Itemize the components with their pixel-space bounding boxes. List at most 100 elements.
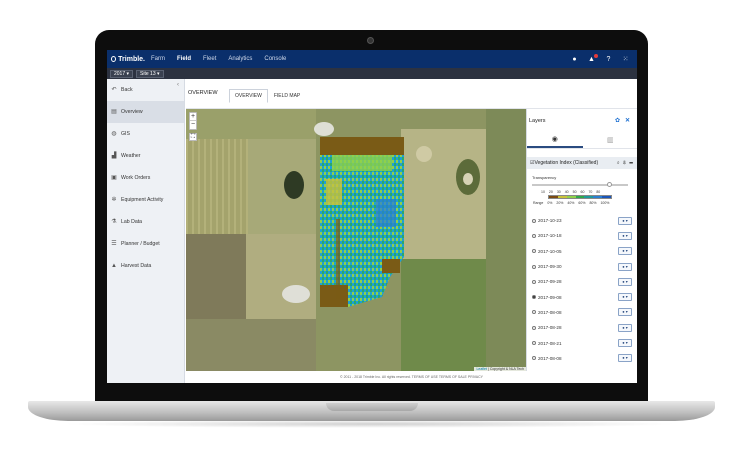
nav-farm[interactable]: Farm — [145, 56, 171, 62]
date-radio[interactable] — [532, 295, 536, 300]
tab-field-map[interactable]: FIELD MAP — [268, 89, 306, 103]
sidebar-item-label: Back — [121, 87, 133, 93]
date-radio[interactable] — [532, 341, 536, 346]
scale-value: 30 — [556, 190, 561, 194]
slider-knob[interactable] — [606, 182, 612, 187]
date-options-button[interactable]: ● ▾ — [618, 293, 632, 302]
date-list-item[interactable]: 2017-10-05 ● ▾ — [527, 244, 637, 259]
clipboard-icon: ▣ — [111, 175, 117, 181]
sidebar-item-harvest-data[interactable]: ▲ Harvest Data — [107, 255, 184, 277]
transparency-slider[interactable] — [532, 182, 628, 187]
scale-swatch — [575, 196, 585, 198]
sidebar-item-label: GIS — [121, 131, 130, 137]
fullscreen-icon[interactable]: ⛶ — [189, 133, 197, 141]
scale-label: 100% — [600, 201, 610, 205]
date-options-button[interactable]: ● ▾ — [618, 354, 632, 363]
sidebar-item-label: Planner / Budget — [121, 241, 160, 247]
date-radio[interactable] — [532, 356, 536, 361]
help-icon[interactable]: ? — [605, 56, 612, 63]
imagery-date-list: 2017-10-23 ● ▾ 2017-10-18 ● ▾ 2017-10-05 ● ▾ 2… — [527, 213, 637, 366]
scale-swatch — [549, 196, 558, 198]
tab-layers-book[interactable]: ▥ — [583, 131, 638, 148]
zoom-out-button[interactable]: − — [190, 121, 196, 129]
scale-swatch — [566, 196, 576, 198]
flask-icon: ⚗ — [111, 219, 117, 225]
scale-value: 60 — [580, 190, 585, 194]
date-list-item[interactable]: 2017-10-23 ● ▾ — [527, 213, 637, 228]
tab-layers-stack[interactable]: ◉ — [527, 131, 583, 148]
site-select[interactable]: Site 13 ▾ — [136, 69, 164, 78]
date-radio[interactable] — [532, 233, 536, 238]
brand-logo[interactable]: Trimble. — [111, 56, 145, 63]
date-radio[interactable] — [532, 264, 536, 269]
collapse-sidebar-icon[interactable]: ‹ — [177, 82, 183, 88]
vegetation-index-row[interactable]: ☑ Vegetation Index (Classified) ⌕ ⇩ ☰ — [527, 157, 637, 169]
book-icon: ▤ — [111, 109, 117, 115]
date-options-button[interactable]: ● ▾ — [618, 247, 632, 256]
date-options-button[interactable]: ● ▾ — [618, 323, 632, 332]
date-options-button[interactable]: ● ▾ — [618, 262, 632, 271]
date-radio[interactable] — [532, 249, 536, 254]
date-radio[interactable] — [532, 310, 536, 315]
date-label: 2017-08-21 — [538, 340, 562, 346]
content-header: OVERVIEW OVERVIEW FIELD MAP — [186, 79, 637, 109]
date-list-item[interactable]: 2017-08-08 ● ▾ — [527, 351, 637, 366]
apps-grid-icon[interactable]: ⁙ — [622, 56, 629, 63]
date-list-item[interactable]: 2017-09-28 ● ▾ — [527, 274, 637, 289]
scale-value: 40 — [564, 190, 569, 194]
date-label: 2017-08-08 — [538, 309, 562, 315]
scale-value: 20 — [548, 190, 553, 194]
sidebar-item-planner-budget[interactable]: ☰ Planner / Budget — [107, 233, 184, 255]
layer-actions-icons[interactable]: ⌕ ⇩ ☰ — [617, 160, 634, 166]
zoom-in-button[interactable]: + — [190, 113, 196, 121]
date-list-item[interactable]: 2017-08-08 ● ▾ — [527, 305, 637, 320]
chart-icon: ▟ — [111, 153, 117, 159]
date-options-button[interactable]: ● ▾ — [618, 277, 632, 286]
scale-value: 10 — [541, 190, 545, 194]
sidebar-item-equipment-activity[interactable]: ✲ Equipment Activity — [107, 189, 184, 211]
nav-fleet[interactable]: Fleet — [197, 56, 222, 62]
notifications-icon[interactable]: ▲ — [588, 53, 598, 63]
sidebar-item-overview[interactable]: ▤ Overview — [107, 101, 184, 123]
sidebar-item-work-orders[interactable]: ▣ Work Orders — [107, 167, 184, 189]
date-list-item[interactable]: 2017-08-21 ● ▾ — [527, 335, 637, 350]
sidebar-item-label: Equipment Activity — [121, 197, 164, 203]
sidebar-item-lab-data[interactable]: ⚗ Lab Data — [107, 211, 184, 233]
scale-value: 70 — [588, 190, 593, 194]
sidebar-item-label: Weather — [121, 153, 141, 159]
laptop-notch — [326, 403, 418, 411]
date-list-item[interactable]: 2017-10-18 ● ▾ — [527, 228, 637, 243]
nav-field[interactable]: Field — [171, 56, 197, 62]
globe-icon: ◍ — [111, 131, 117, 137]
field-map[interactable]: + − ⛶ Leaflet | Copyright & NLA Tech — [186, 109, 526, 371]
top-nav: Trimble. Farm Field Fleet Analytics Cons… — [107, 50, 637, 68]
date-options-button[interactable]: ● ▾ — [618, 231, 632, 240]
scale-value: 50 — [572, 190, 577, 194]
date-radio[interactable] — [532, 279, 536, 284]
date-list-item[interactable]: 2017-09-08 ● ▾ — [527, 289, 637, 304]
date-radio[interactable] — [532, 325, 536, 330]
app-screen: Trimble. Farm Field Fleet Analytics Cons… — [107, 50, 637, 383]
date-label: 2017-08-08 — [538, 355, 562, 361]
vegetation-index-label: Vegetation Index (Classified) — [534, 160, 599, 166]
nav-console[interactable]: Console — [258, 56, 292, 62]
date-options-button[interactable]: ● ▾ — [618, 339, 632, 348]
sidebar-item-label: Harvest Data — [121, 263, 152, 269]
nav-analytics[interactable]: Analytics — [222, 56, 258, 62]
date-options-button[interactable]: ● ▾ — [618, 216, 632, 225]
year-select[interactable]: 2017 ▾ — [110, 69, 134, 78]
gear-icon[interactable]: ✿ — [615, 117, 620, 124]
user-icon[interactable]: ● — [571, 56, 578, 63]
sidebar-item-back[interactable]: ↶ Back — [107, 79, 184, 101]
date-options-button[interactable]: ● ▾ — [618, 308, 632, 317]
date-list-item[interactable]: 2017-09-30 ● ▾ — [527, 259, 637, 274]
sidebar-item-gis[interactable]: ◍ GIS — [107, 123, 184, 145]
date-list-item[interactable]: 2017-08-28 ● ▾ — [527, 320, 637, 335]
sidebar-item-weather[interactable]: ▟ Weather — [107, 145, 184, 167]
back-arrow-icon: ↶ — [111, 87, 117, 93]
date-radio[interactable] — [532, 218, 536, 223]
date-label: 2017-10-18 — [538, 233, 562, 239]
tab-overview[interactable]: OVERVIEW — [229, 89, 268, 103]
date-label: 2017-09-28 — [538, 279, 562, 285]
close-icon[interactable]: ✕ — [625, 117, 630, 124]
